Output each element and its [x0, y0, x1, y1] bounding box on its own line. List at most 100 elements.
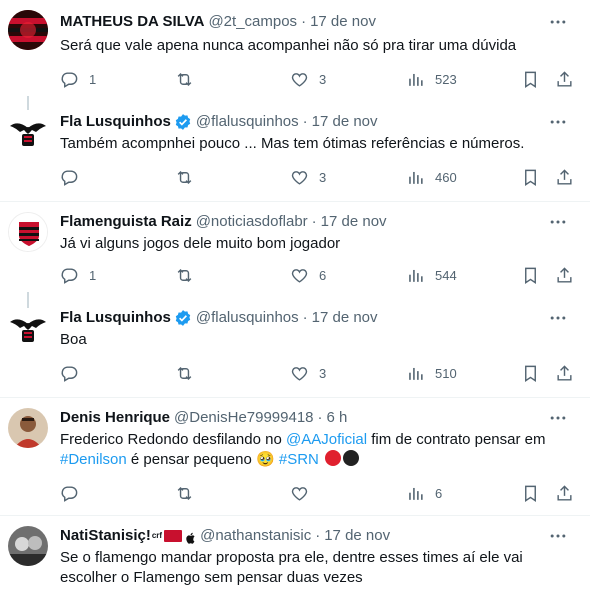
verified-badge-icon[interactable] — [174, 309, 192, 327]
tweet-text: Também acompnhei pouco ... Mas tem ótima… — [60, 135, 525, 152]
tweet-header: MATHEUS DA SILVA @2t_campos · 17 de nov — [60, 12, 376, 32]
like-button[interactable]: 3 — [290, 356, 326, 390]
bookmark-icon — [521, 70, 540, 89]
author-name[interactable]: Denis Henrique — [60, 408, 170, 428]
bookmark-button[interactable] — [521, 62, 540, 96]
tweet-date[interactable]: 6 h — [327, 408, 348, 428]
tweet-4[interactable]: Fla Lusquinhos @flalusquinhos · 17 de no… — [0, 300, 590, 396]
avatar[interactable] — [8, 308, 48, 348]
reply-button[interactable]: 1 — [60, 62, 96, 96]
reply-button[interactable] — [60, 160, 79, 194]
avatar[interactable] — [8, 212, 48, 252]
author-name[interactable]: NatiStanisiç! — [60, 526, 151, 546]
separator: · — [317, 409, 323, 426]
retweet-button[interactable] — [175, 476, 194, 510]
view-count: 6 — [435, 485, 443, 501]
bookmark-button[interactable] — [521, 160, 540, 194]
tweet-date[interactable]: 17 de nov — [312, 112, 378, 132]
retweet-button[interactable] — [175, 62, 194, 96]
tweet-6[interactable]: NatiStanisiç! crf @nathanstanisic · 17 d… — [0, 516, 590, 597]
reply-icon — [60, 484, 79, 503]
author-name[interactable]: Fla Lusquinhos — [60, 112, 171, 132]
share-icon — [555, 484, 574, 503]
more-options-icon[interactable] — [548, 308, 568, 328]
bookmark-button[interactable] — [521, 356, 540, 390]
tweet-text: Boa — [60, 331, 87, 348]
more-options-icon[interactable] — [548, 408, 568, 428]
share-button[interactable] — [555, 160, 574, 194]
reply-icon — [60, 168, 79, 187]
views-button[interactable]: 523 — [406, 62, 457, 96]
more-options-icon[interactable] — [548, 112, 568, 132]
mention-link[interactable]: @AAJoficial — [286, 431, 367, 448]
text-segment: fim de contrato pensar em — [367, 431, 546, 448]
more-options-icon[interactable] — [548, 526, 568, 546]
more-options-icon[interactable] — [548, 212, 568, 232]
views-button[interactable]: 544 — [406, 258, 457, 292]
share-button[interactable] — [555, 476, 574, 510]
tweet-2[interactable]: Fla Lusquinhos @flalusquinhos · 17 de no… — [0, 104, 590, 200]
retweet-button[interactable] — [175, 258, 194, 292]
tweet-date[interactable]: 17 de nov — [321, 212, 387, 232]
like-button[interactable]: 6 — [290, 258, 326, 292]
tweet-actions: 1 3 523 — [50, 62, 580, 96]
author-name[interactable]: Fla Lusquinhos — [60, 308, 171, 328]
tweet-text: Se o flamengo mandar proposta pra ele, d… — [60, 549, 523, 586]
like-button[interactable] — [290, 476, 309, 510]
text-segment: é pensar pequeno — [126, 451, 256, 468]
more-options-icon[interactable] — [548, 12, 568, 32]
bookmark-button[interactable] — [521, 476, 540, 510]
tweet-1[interactable]: MATHEUS DA SILVA @2t_campos · 17 de nov … — [0, 0, 590, 96]
avatar[interactable] — [8, 408, 48, 448]
tweet-3[interactable]: Flamenguista Raiz @noticiasdoflabr · 17 … — [0, 202, 590, 298]
bookmark-button[interactable] — [521, 258, 540, 292]
author-handle[interactable]: @noticiasdoflabr — [196, 212, 308, 232]
author-handle[interactable]: @DenisHe79999418 — [174, 408, 314, 428]
share-button[interactable] — [555, 356, 574, 390]
author-name[interactable]: Flamenguista Raiz — [60, 212, 192, 232]
author-handle[interactable]: @flalusquinhos — [196, 112, 299, 132]
text-segment: Frederico Redondo desfilando no — [60, 431, 286, 448]
tweet-5[interactable]: Denis Henrique @DenisHe79999418 · 6 h Fr… — [0, 398, 590, 514]
tweet-actions: 1 6 544 — [50, 258, 580, 292]
views-button[interactable]: 6 — [406, 476, 442, 510]
share-button[interactable] — [555, 258, 574, 292]
verified-badge-icon[interactable] — [174, 113, 192, 131]
like-button[interactable]: 3 — [290, 62, 326, 96]
avatar[interactable] — [8, 526, 48, 566]
separator: · — [302, 113, 308, 130]
bar-chart-icon — [406, 168, 425, 187]
reply-count: 1 — [89, 71, 97, 87]
bar-chart-icon — [406, 484, 425, 503]
heart-icon — [290, 364, 309, 383]
tweet-actions: 6 — [50, 476, 580, 510]
retweet-button[interactable] — [175, 160, 194, 194]
tweet-header: Denis Henrique @DenisHe79999418 · 6 h — [60, 408, 347, 428]
author-name[interactable]: MATHEUS DA SILVA — [60, 12, 204, 32]
avatar-image-icon — [8, 10, 48, 50]
tweet-date[interactable]: 17 de nov — [324, 526, 390, 546]
reply-button[interactable]: 1 — [60, 258, 96, 292]
tweet-actions: 3 460 — [50, 160, 580, 194]
avatar[interactable] — [8, 10, 48, 50]
tweet-date[interactable]: 17 de nov — [312, 308, 378, 328]
author-handle[interactable]: @2t_campos — [208, 12, 297, 32]
views-button[interactable]: 510 — [406, 356, 457, 390]
like-count: 3 — [319, 169, 327, 185]
hashtag-link[interactable]: #Denilson — [60, 451, 127, 468]
author-handle[interactable]: @nathanstanisic — [200, 526, 311, 546]
retweet-icon — [175, 484, 194, 503]
views-button[interactable]: 460 — [406, 160, 457, 194]
reply-button[interactable] — [60, 476, 79, 510]
reply-button[interactable] — [60, 356, 79, 390]
author-handle[interactable]: @flalusquinhos — [196, 308, 299, 328]
like-button[interactable]: 3 — [290, 160, 326, 194]
avatar[interactable] — [8, 112, 48, 152]
reply-icon — [60, 266, 79, 285]
tweet-header: Flamenguista Raiz @noticiasdoflabr · 17 … — [60, 212, 387, 232]
retweet-button[interactable] — [175, 356, 194, 390]
tweet-date[interactable]: 17 de nov — [310, 12, 376, 32]
hashtag-link[interactable]: #SRN — [279, 451, 319, 468]
share-button[interactable] — [555, 62, 574, 96]
share-icon — [555, 168, 574, 187]
